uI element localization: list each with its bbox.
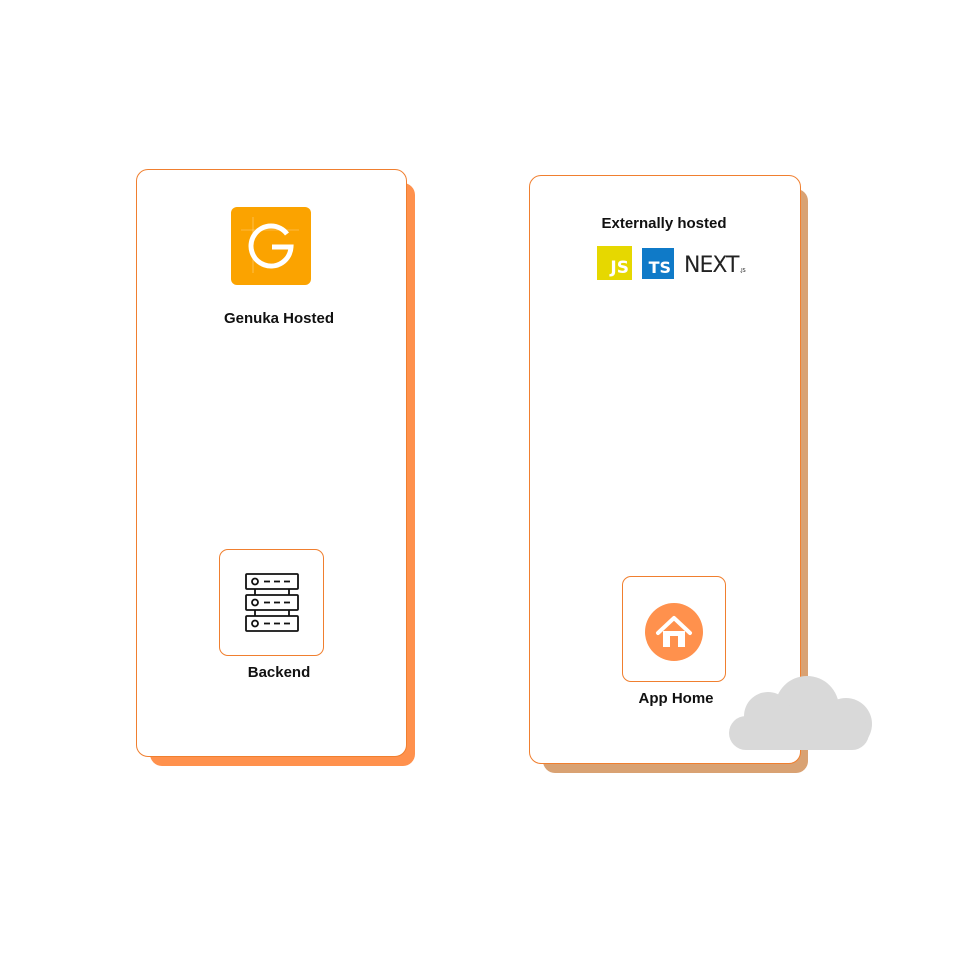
app-home-label: App Home	[638, 690, 714, 707]
backend-tile[interactable]	[219, 549, 324, 656]
js-text: JS	[610, 258, 629, 278]
nextjs-logo-icon: NEXT.JS	[684, 253, 746, 278]
cloud-icon	[729, 676, 872, 750]
backend-label: Backend	[247, 664, 311, 681]
genuka-g-glyph	[241, 217, 299, 273]
externally-hosted-title: Externally hosted	[601, 215, 727, 232]
typescript-logo-icon: TS	[642, 248, 674, 279]
next-suffix-text: .JS	[739, 268, 746, 274]
javascript-logo-icon: JS	[597, 246, 632, 280]
server-rack-icon	[245, 573, 299, 632]
app-home-tile[interactable]	[622, 576, 726, 682]
ts-text: TS	[648, 258, 671, 277]
genuka-logo-icon	[231, 207, 311, 285]
genuka-hosted-title: Genuka Hosted	[223, 310, 335, 327]
next-text: NEXT	[684, 253, 739, 278]
architecture-diagram: Genuka Hosted Backend Externally hosted …	[0, 0, 970, 971]
home-icon	[645, 603, 703, 661]
